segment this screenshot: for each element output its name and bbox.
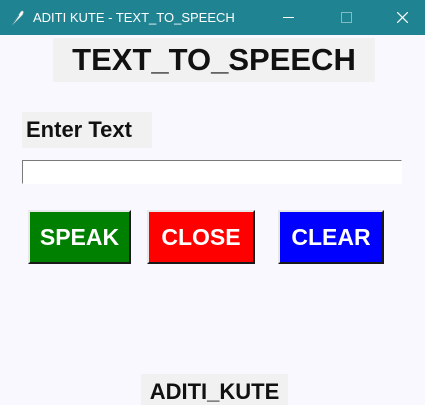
feather-icon: [11, 10, 24, 26]
maximize-button[interactable]: [323, 0, 369, 35]
page-title: TEXT_TO_SPEECH: [53, 38, 375, 82]
speak-button[interactable]: SPEAK: [28, 210, 131, 264]
author-label: ADITI_KUTE: [141, 374, 288, 405]
maximize-icon: [341, 12, 352, 23]
minimize-button[interactable]: [265, 0, 311, 35]
close-icon: [397, 12, 408, 23]
title-bar[interactable]: ADITI KUTE - TEXT_TO_SPEECH: [0, 0, 425, 35]
close-button[interactable]: CLOSE: [147, 210, 255, 264]
minimize-icon: [283, 17, 294, 18]
text-input[interactable]: [22, 160, 402, 184]
enter-text-label: Enter Text: [22, 112, 152, 148]
window-title: ADITI KUTE - TEXT_TO_SPEECH: [33, 10, 235, 25]
clear-button[interactable]: CLEAR: [278, 210, 384, 264]
window-close-button[interactable]: [379, 0, 425, 35]
